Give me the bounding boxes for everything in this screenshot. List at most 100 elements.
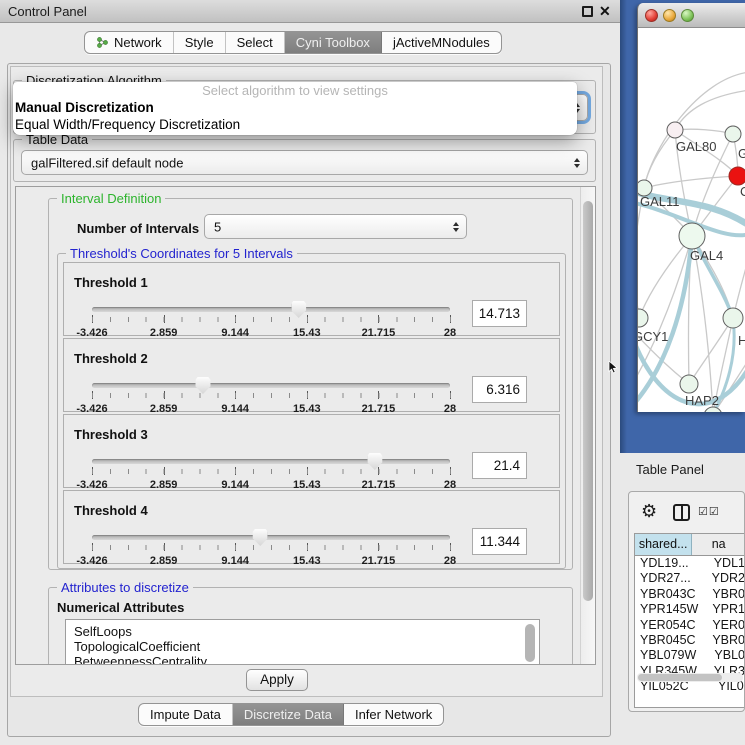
table-row[interactable]: YDL19...YDL1 xyxy=(635,556,745,571)
node-right-mid[interactable] xyxy=(723,308,743,328)
cell-shared-name[interactable]: YDL19... xyxy=(635,556,707,571)
tab-discretize-data[interactable]: Discretize Data xyxy=(233,704,344,725)
threshold-panel: Threshold 1 -3.4262.8599.14415.4321.7152… xyxy=(63,262,560,336)
list-scrollbar[interactable] xyxy=(525,624,535,662)
tab-label: Style xyxy=(185,32,214,53)
top-tab-bar: Network Style Select Cyni Toolbox jActiv… xyxy=(84,31,502,54)
threshold-value-field[interactable]: 6.316 xyxy=(472,376,527,403)
cell-name[interactable]: YBR0 xyxy=(705,587,745,602)
tab-label: Select xyxy=(237,32,273,53)
table-row[interactable]: YBR043CYBR0 xyxy=(635,587,745,602)
tab-label: jActiveMNodules xyxy=(393,32,490,53)
cell-name[interactable]: YPR1 xyxy=(705,602,745,617)
node-label: HAP2 xyxy=(685,393,719,408)
cell-shared-name[interactable]: YPR145W xyxy=(635,602,705,617)
threshold-slider[interactable] xyxy=(92,535,450,540)
stepper-arrows-icon xyxy=(574,158,580,168)
tab-label: Discretize Data xyxy=(244,704,332,725)
cell-shared-name[interactable]: YER054C xyxy=(635,618,705,633)
float-window-icon[interactable] xyxy=(582,6,593,17)
table-row[interactable]: YER054CYER0 xyxy=(635,618,745,633)
table-row[interactable]: YPR145WYPR1 xyxy=(635,602,745,617)
network-icon xyxy=(96,36,109,49)
threshold-value-field[interactable]: 11.344 xyxy=(472,528,527,555)
cell-name[interactable]: YBR0 xyxy=(705,633,745,648)
checkbox-filter-icons[interactable]: ☑☑ xyxy=(698,505,720,518)
close-icon[interactable]: ✕ xyxy=(599,3,611,20)
cell-name[interactable]: YDR2 xyxy=(705,571,745,586)
minimize-traffic-light[interactable] xyxy=(663,9,676,22)
network-window-titlebar xyxy=(638,3,745,28)
cell-shared-name[interactable]: YDR27... xyxy=(635,571,705,586)
slider-minor-ticks xyxy=(92,393,451,398)
threshold-panel: Threshold 4 -3.4262.8599.14415.4321.7152… xyxy=(63,490,560,564)
table-panel: ⚙ ☑☑ shared... na YDL19...YDL1YDR27...YD… xyxy=(628,491,745,712)
threshold-slider[interactable] xyxy=(92,307,450,312)
node-gal4[interactable] xyxy=(679,223,705,249)
node-label: GAL4 xyxy=(690,248,723,263)
number-of-intervals-label: Number of Intervals xyxy=(77,221,199,236)
threshold-slider[interactable] xyxy=(92,383,450,388)
tab-impute-data[interactable]: Impute Data xyxy=(139,704,233,725)
scrollbar-thumb[interactable] xyxy=(583,201,593,601)
tab-cyni-toolbox[interactable]: Cyni Toolbox xyxy=(285,32,382,53)
threshold-value-field[interactable]: 14.713 xyxy=(472,300,527,327)
bottom-tab-bar: Impute Data Discretize Data Infer Networ… xyxy=(138,703,444,726)
attribute-list-item[interactable]: BetweennessCentrality xyxy=(66,654,539,665)
tab-infer-network[interactable]: Infer Network xyxy=(344,704,443,725)
slider-tick-label: 28 xyxy=(444,555,456,567)
attribute-list-item[interactable]: TopologicalCoefficient xyxy=(66,639,539,654)
table-row[interactable]: YBR045CYBR0 xyxy=(635,633,745,648)
cell-name[interactable]: YER0 xyxy=(705,618,745,633)
vertical-scrollbar[interactable] xyxy=(580,187,595,664)
tab-style[interactable]: Style xyxy=(174,32,226,53)
attribute-list-item[interactable]: SelfLoops xyxy=(66,624,539,639)
threshold-panel: Threshold 3 -3.4262.8599.14415.4321.7152… xyxy=(63,414,560,488)
node-gal80[interactable] xyxy=(667,122,683,138)
cell-name[interactable]: YBL0 xyxy=(707,648,745,663)
table-data-combobox[interactable]: galFiltered.sif default node xyxy=(21,150,588,175)
number-of-intervals-combobox[interactable]: 5 xyxy=(204,214,467,239)
column-header-name[interactable]: na xyxy=(692,534,745,555)
node-red-selected[interactable] xyxy=(729,167,745,185)
slider-tick-label: 9.144 xyxy=(221,555,249,567)
dropdown-item-manual-discretization[interactable]: Manual Discretization xyxy=(13,99,577,116)
cell-name[interactable]: YDL1 xyxy=(707,556,745,571)
gear-icon[interactable]: ⚙ xyxy=(641,501,657,521)
tab-label: Infer Network xyxy=(355,704,432,725)
node-gcy1[interactable] xyxy=(638,309,648,327)
horizontal-scrollbar[interactable] xyxy=(637,673,743,682)
slider-minor-ticks xyxy=(92,317,451,322)
window-title: Control Panel xyxy=(8,4,87,19)
tab-select[interactable]: Select xyxy=(226,32,285,53)
group-title: Threshold's Coordinates for 5 Intervals xyxy=(66,246,297,261)
cell-shared-name[interactable]: YBR045C xyxy=(635,633,705,648)
node-label: GCY1 xyxy=(638,329,668,344)
node-attribute-table: shared... na YDL19...YDL1YDR27...YDR2YBR… xyxy=(634,533,745,708)
group-title: Attributes to discretize xyxy=(57,580,193,595)
scrollbar-thumb[interactable] xyxy=(638,674,722,681)
slider-tick-label: 15.43 xyxy=(293,555,321,567)
node-top-right[interactable] xyxy=(725,126,741,142)
threshold-slider[interactable] xyxy=(92,459,450,464)
stepper-arrows-icon xyxy=(453,222,459,232)
tab-label: Impute Data xyxy=(150,704,221,725)
tab-jactivemnodules[interactable]: jActiveMNodules xyxy=(382,32,501,53)
node-hap2[interactable] xyxy=(680,375,698,393)
cell-shared-name[interactable]: YBL079W xyxy=(635,648,707,663)
column-header-shared[interactable]: shared... xyxy=(635,534,692,555)
table-row[interactable]: YDR27...YDR2 xyxy=(635,571,745,586)
screen: Control Panel ✕ Network Style Select Cyn… xyxy=(0,0,745,745)
cell-shared-name[interactable]: YBR043C xyxy=(635,587,705,602)
dropdown-item-equal-width[interactable]: Equal Width/Frequency Discretization xyxy=(13,116,577,133)
zoom-traffic-light[interactable] xyxy=(681,9,694,22)
column-layout-icon[interactable] xyxy=(673,504,690,521)
slider-tick-label: 2.859 xyxy=(150,555,178,567)
tab-network[interactable]: Network xyxy=(85,32,174,53)
apply-button[interactable]: Apply xyxy=(246,669,308,691)
numerical-attributes-list[interactable]: SelfLoopsTopologicalCoefficientBetweenne… xyxy=(65,619,540,665)
attributes-to-discretize-group: Attributes to discretize Numerical Attri… xyxy=(48,587,573,665)
table-row[interactable]: YBL079WYBL0 xyxy=(635,648,745,663)
close-traffic-light[interactable] xyxy=(645,9,658,22)
threshold-value-field[interactable]: 21.4 xyxy=(472,452,527,479)
